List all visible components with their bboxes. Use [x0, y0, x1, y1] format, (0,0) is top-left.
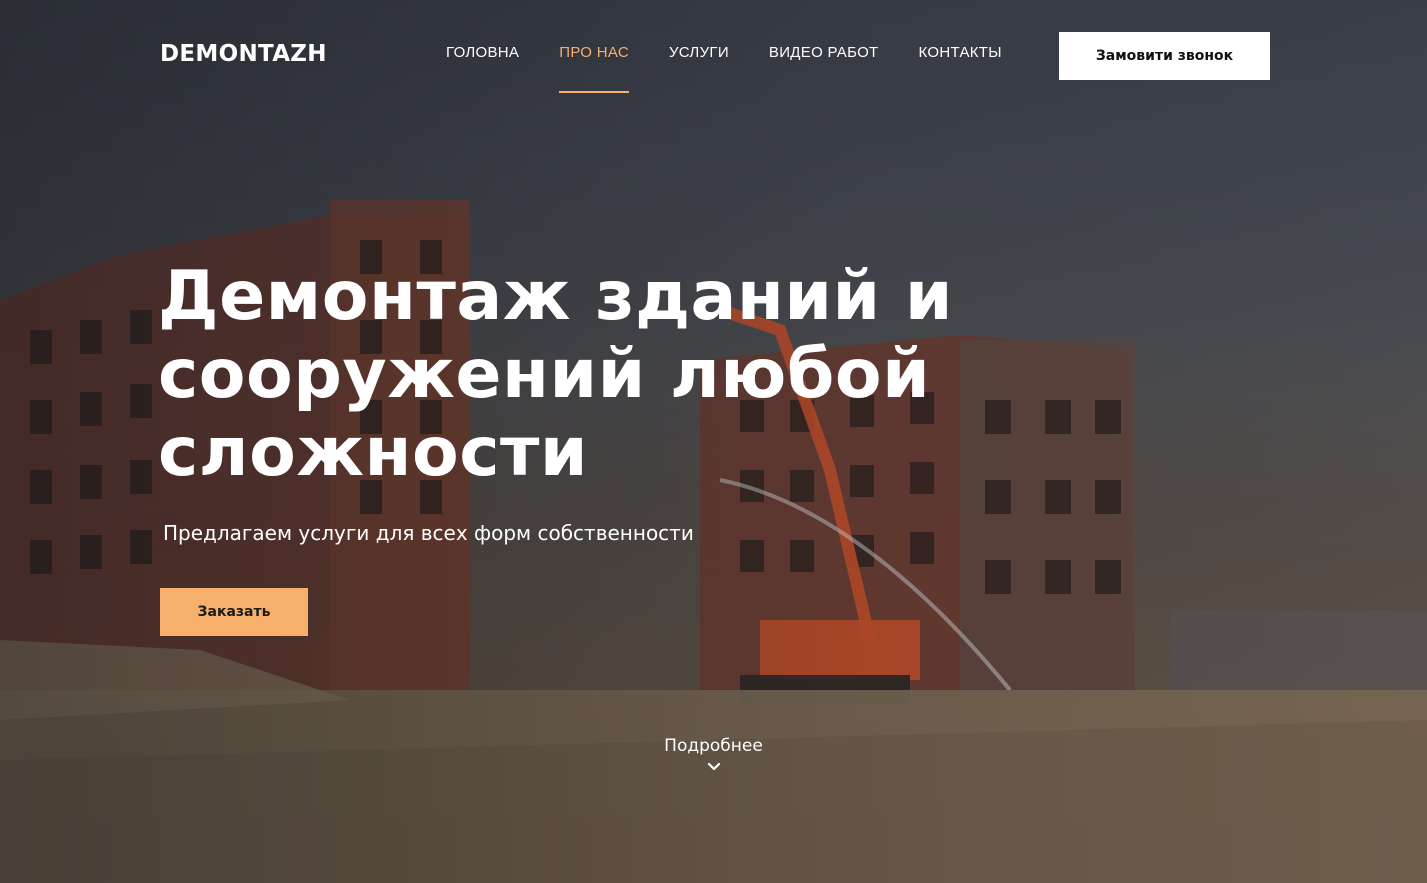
- hero-headline-line-3: сложности: [158, 413, 589, 492]
- hero-headline: Демонтаж зданий и сооружений любой сложн…: [158, 258, 1018, 492]
- more-label: Подробнее: [664, 736, 763, 756]
- hero-subline: Предлагаем услуги для всех форм собствен…: [163, 521, 694, 545]
- nav-item-about[interactable]: ПРО НАС: [559, 44, 629, 93]
- main-nav: ГОЛОВНА ПРО НАС УСЛУГИ ВИДЕО РАБОТ КОНТА…: [446, 44, 1042, 93]
- chevron-down-icon: [707, 762, 720, 771]
- nav-item-home[interactable]: ГОЛОВНА: [446, 44, 519, 93]
- site-logo[interactable]: DEMONTAZH: [160, 41, 327, 67]
- hero-section: DEMONTAZH ГОЛОВНА ПРО НАС УСЛУГИ ВИДЕО Р…: [0, 0, 1427, 883]
- order-button[interactable]: Заказать: [160, 588, 308, 636]
- order-call-button[interactable]: Замовити звонок: [1059, 32, 1270, 80]
- more-link[interactable]: Подробнее: [0, 736, 1427, 772]
- nav-item-video[interactable]: ВИДЕО РАБОТ: [769, 44, 879, 93]
- site-header: DEMONTAZH ГОЛОВНА ПРО НАС УСЛУГИ ВИДЕО Р…: [0, 0, 1427, 111]
- hero-headline-line-2: сооружений любой: [158, 335, 931, 414]
- hero-headline-line-1: Демонтаж зданий и: [158, 257, 954, 336]
- nav-item-services[interactable]: УСЛУГИ: [669, 44, 729, 93]
- nav-item-contacts[interactable]: КОНТАКТЫ: [919, 44, 1002, 93]
